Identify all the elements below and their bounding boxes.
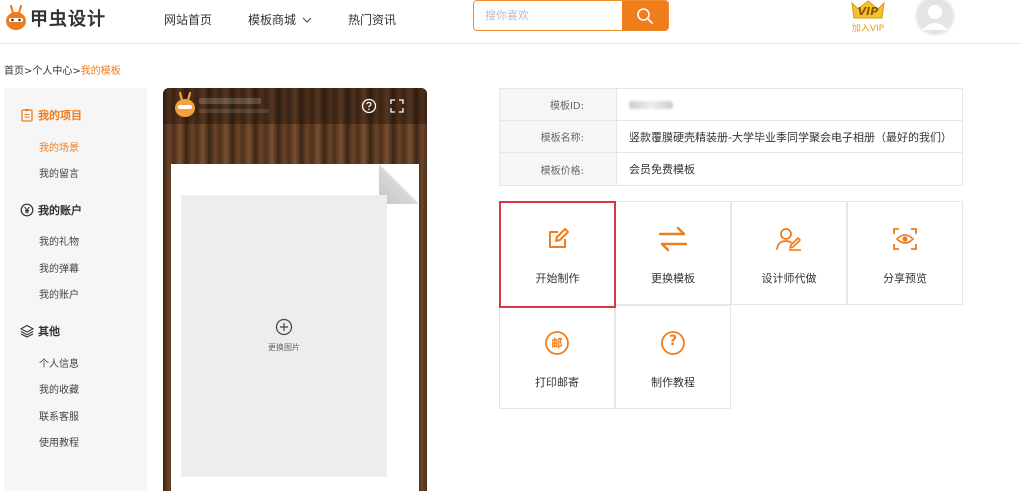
help-icon: ? [616,328,730,358]
redacted-id [629,100,673,109]
sidebar-section-label: 其他 [38,325,60,338]
help-circle-icon[interactable] [361,98,377,114]
beetle-logo-icon [4,4,28,32]
sidebar-item-my-scenes[interactable]: 我的场景 [39,139,79,154]
user-silhouette-icon [915,0,955,36]
sidebar-item-personal-info[interactable]: 个人信息 [39,355,79,370]
sidebar: 我的项目 我的场景 我的留言 我的账户 我的礼物 我的弹幕 我的账户 其他 个人… [4,88,147,491]
layers-icon [20,324,34,338]
sidebar-item-my-favorites[interactable]: 我的收藏 [39,381,79,396]
breadcrumb-current: 我的模板 [80,66,121,77]
action-label: 打印邮寄 [535,376,579,389]
designer-service-button[interactable]: 设计师代做 [731,201,847,305]
logo-text: 甲虫设计 [30,9,106,30]
fullscreen-icon[interactable] [389,98,405,114]
tutorial-button[interactable]: ? 制作教程 [615,305,731,409]
start-making-button[interactable]: 开始制作 [499,201,616,308]
template-price-label: 模板价格: [500,153,617,185]
yen-coin-icon [20,203,34,217]
action-label: 制作教程 [651,376,695,389]
template-name-value: 竖款覆膜硬壳精装册-大学毕业季同学聚会电子相册（最好的我们） [629,130,952,144]
sidebar-item-my-barrage[interactable]: 我的弹幕 [39,260,79,275]
share-preview-icon [848,224,962,254]
action-label: 开始制作 [535,272,580,285]
search-box [473,0,669,31]
user-avatar[interactable] [915,0,955,36]
preview-title-blurred [199,98,261,104]
action-grid: 开始制作 更换模板 设计师代做 分享预览 邮 打印邮寄 ? 制作教程 [499,201,963,410]
sidebar-item-contact-support[interactable]: 联系客服 [39,408,79,423]
sidebar-section-label: 我的项目 [38,109,82,122]
sidebar-section-my-projects[interactable]: 我的项目 [20,107,82,123]
share-preview-button[interactable]: 分享预览 [847,201,963,305]
action-label: 分享预览 [883,272,927,285]
template-info-table: 模板ID: 模板名称: 竖款覆膜硬壳精装册-大学毕业季同学聚会电子相册（最好的我… [499,88,963,186]
sidebar-item-my-messages[interactable]: 我的留言 [39,165,79,180]
photo-placeholder[interactable]: 更换图片 [181,195,387,477]
info-row-price: 模板价格: 会员免费模板 [500,153,962,185]
search-button[interactable] [622,1,668,30]
edit-icon [501,224,614,254]
change-template-button[interactable]: 更换模板 [615,201,731,305]
sidebar-item-my-account[interactable]: 我的账户 [39,286,79,301]
nav-hot-news[interactable]: 热门资讯 [348,11,396,28]
vip-badge-text: VIP [857,5,879,18]
join-vip-button[interactable]: VIP 加入VIP [848,0,888,34]
breadcrumb-home[interactable]: 首页 [4,66,24,77]
preview-toolbar [163,88,427,124]
top-header: 甲虫设计 网站首页 模板商城 热门资讯 VIP 加入VIP [0,0,1022,44]
sidebar-section-my-account[interactable]: 我的账户 [20,202,82,218]
clipboard-icon [21,109,33,122]
print-mail-button[interactable]: 邮 打印邮寄 [499,305,615,409]
preview-subtitle-blurred [199,109,269,113]
nav-template-mall-label: 模板商城 [248,13,297,27]
help-glyph: ? [668,333,678,349]
template-preview: 更换图片 [163,88,427,491]
action-label: 设计师代做 [761,272,817,285]
breadcrumb-personal-center[interactable]: 个人中心 [32,66,72,77]
swap-icon [616,224,730,254]
search-input[interactable] [474,1,622,30]
template-id-value [617,89,962,120]
info-row-name: 模板名称: 竖款覆膜硬壳精装册-大学毕业季同学聚会电子相册（最好的我们） [500,121,962,153]
nav-home[interactable]: 网站首页 [164,11,212,28]
album-page: 更换图片 [171,164,419,491]
info-row-id: 模板ID: [500,89,962,121]
chevron-down-icon [302,17,312,23]
change-image-label: 更换图片 [268,343,300,352]
search-icon [637,7,653,24]
mail-icon: 邮 [500,328,614,358]
breadcrumb: 首页>个人中心>我的模板 [4,62,121,77]
sidebar-section-label: 我的账户 [38,204,82,217]
plus-circle-icon [275,318,293,336]
sidebar-item-tutorial[interactable]: 使用教程 [39,434,79,449]
template-id-label: 模板ID: [500,89,617,120]
template-price-value: 会员免费模板 [629,163,695,176]
breadcrumb-separator: > [72,66,81,77]
site-logo[interactable]: 甲虫设计 [4,4,106,32]
designer-icon [732,224,846,254]
sidebar-item-my-gifts[interactable]: 我的礼物 [39,233,79,248]
action-label: 更换模板 [651,272,695,285]
preview-logo-icon [173,91,197,123]
change-image-button[interactable]: 更换图片 [181,318,387,353]
mail-glyph: 邮 [551,337,563,350]
template-name-label: 模板名称: [500,121,617,152]
sidebar-section-other[interactable]: 其他 [20,323,60,339]
nav-template-mall[interactable]: 模板商城 [248,11,312,28]
vip-label: 加入VIP [851,24,885,34]
